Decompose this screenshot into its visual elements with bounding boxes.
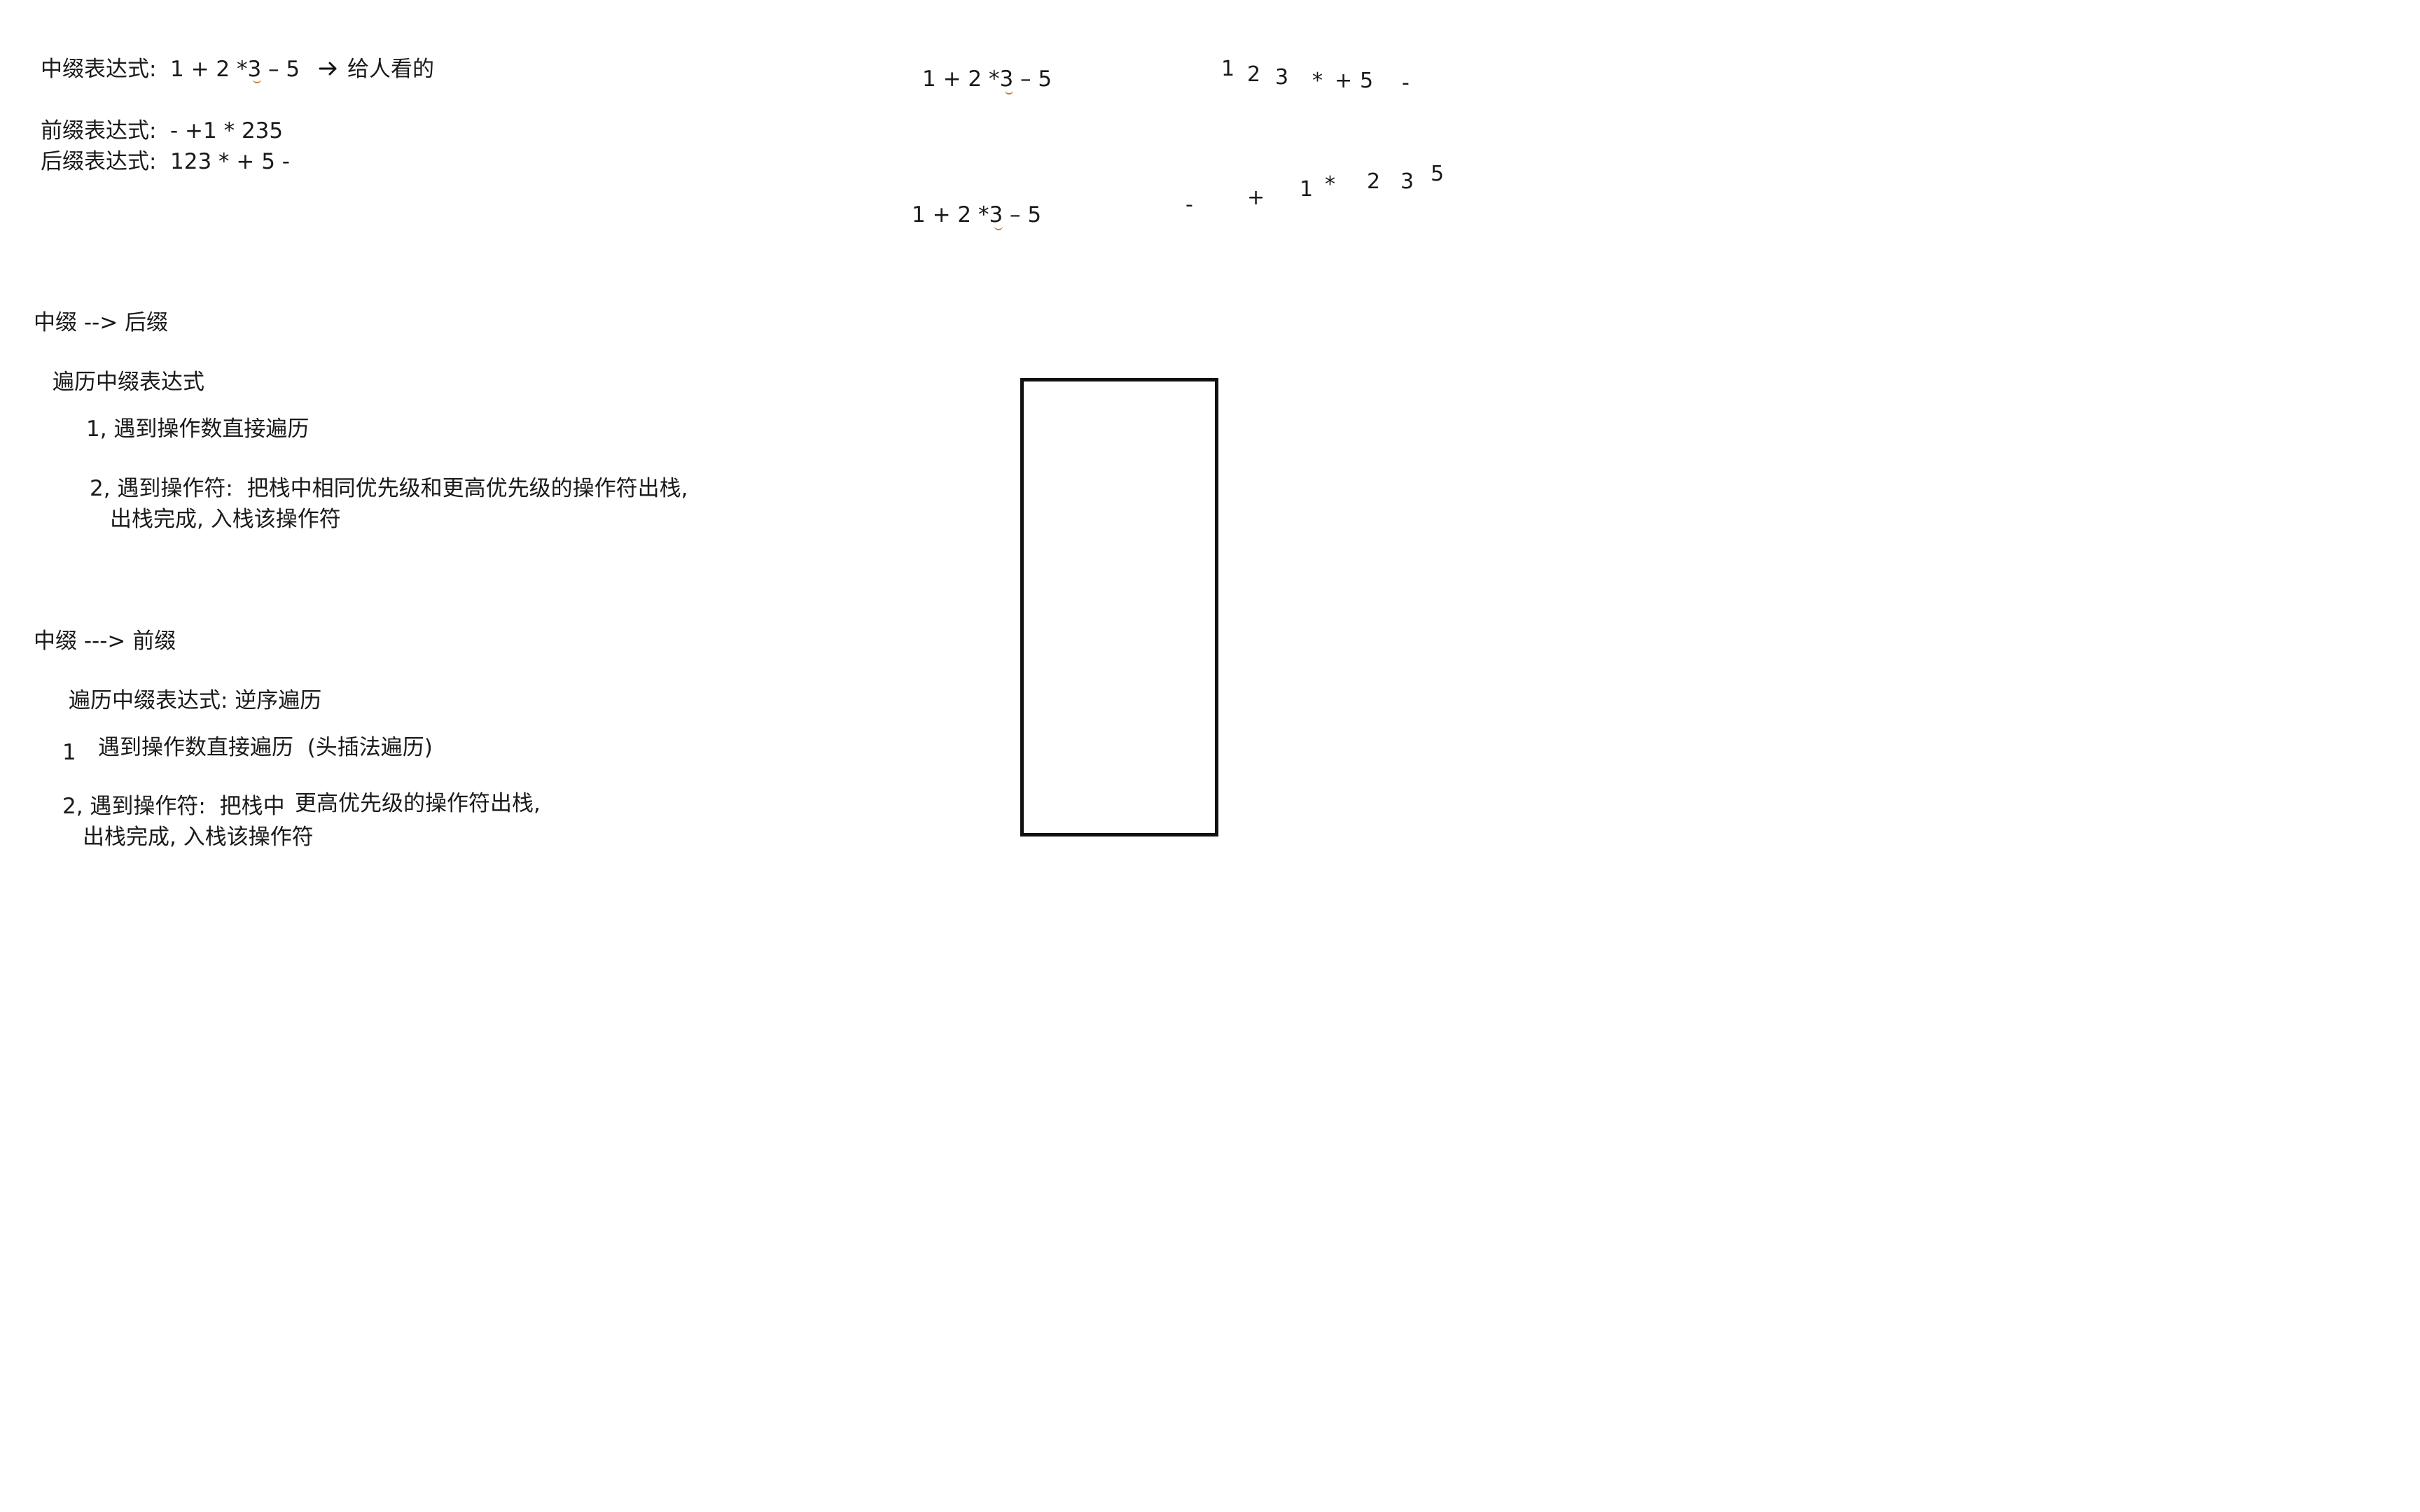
prefix-token: 2 [1367, 169, 1381, 194]
postfix-token: * [1312, 69, 1323, 93]
prefix-expression: - +1 * 235 [170, 118, 284, 144]
prefix-token: - [1185, 192, 1193, 217]
traverse-infix-reverse: 遍历中缀表达式: 逆序遍历 [69, 688, 322, 713]
infix-note: 给人看的 [347, 57, 434, 82]
postfix-token: 2 [1247, 62, 1261, 87]
prefix-token: + [1247, 186, 1265, 210]
underline-mark [1005, 90, 1013, 94]
postfix-token: 1 [1221, 57, 1235, 81]
postfix-step-2-line-2: 出栈完成, 入栈该操作符 [110, 507, 341, 532]
postfix-step-2-line-1: 2, 遇到操作符: 把栈中相同优先级和更高优先级的操作符出栈, [90, 476, 688, 501]
conversion-title-postfix: 中缀 --> 后缀 [34, 310, 169, 335]
traverse-infix: 遍历中缀表达式 [53, 370, 204, 395]
postfix-token: + [1335, 69, 1353, 93]
prefix-token: * [1325, 172, 1335, 197]
infix-label: 中缀表达式: [41, 57, 157, 82]
postfix-token: 5 [1360, 69, 1374, 93]
postfix-expression: 123 * + 5 - [170, 149, 290, 174]
postfix-token: - [1402, 71, 1410, 95]
underline-mark [994, 225, 1003, 230]
prefix-step-2-line-1a: 2, 遇到操作符: 把栈中 [62, 794, 285, 819]
conversion-title-prefix: 中缀 ---> 前缀 [34, 629, 176, 654]
prefix-token: 5 [1431, 162, 1445, 186]
prefix-step-2-line-1b: 更高优先级的操作符出栈, [295, 791, 541, 816]
top-infix-expression: 1 + 2 *3 – 5 [922, 66, 1052, 92]
right-arrow-icon [319, 62, 337, 76]
prefix-step-1-number: 1 [62, 740, 76, 765]
prefix-step-1-text: 遇到操作数直接遍历 (头插法遍历) [98, 735, 433, 760]
postfix-step-1: 1, 遇到操作数直接遍历 [86, 416, 310, 442]
bottom-infix-expression: 1 + 2 *3 – 5 [912, 202, 1042, 227]
prefix-token: 3 [1400, 169, 1414, 194]
underline-mark [253, 78, 261, 83]
prefix-step-2-line-2: 出栈完成, 入栈该操作符 [83, 825, 314, 850]
prefix-token: 1 [1300, 177, 1314, 202]
postfix-label: 后缀表达式: [41, 149, 157, 174]
prefix-label: 前缀表达式: [41, 118, 157, 144]
stack-box [1020, 378, 1218, 836]
infix-expression: 1 + 2 *3 – 5 [170, 57, 300, 82]
postfix-token: 3 [1275, 65, 1289, 90]
